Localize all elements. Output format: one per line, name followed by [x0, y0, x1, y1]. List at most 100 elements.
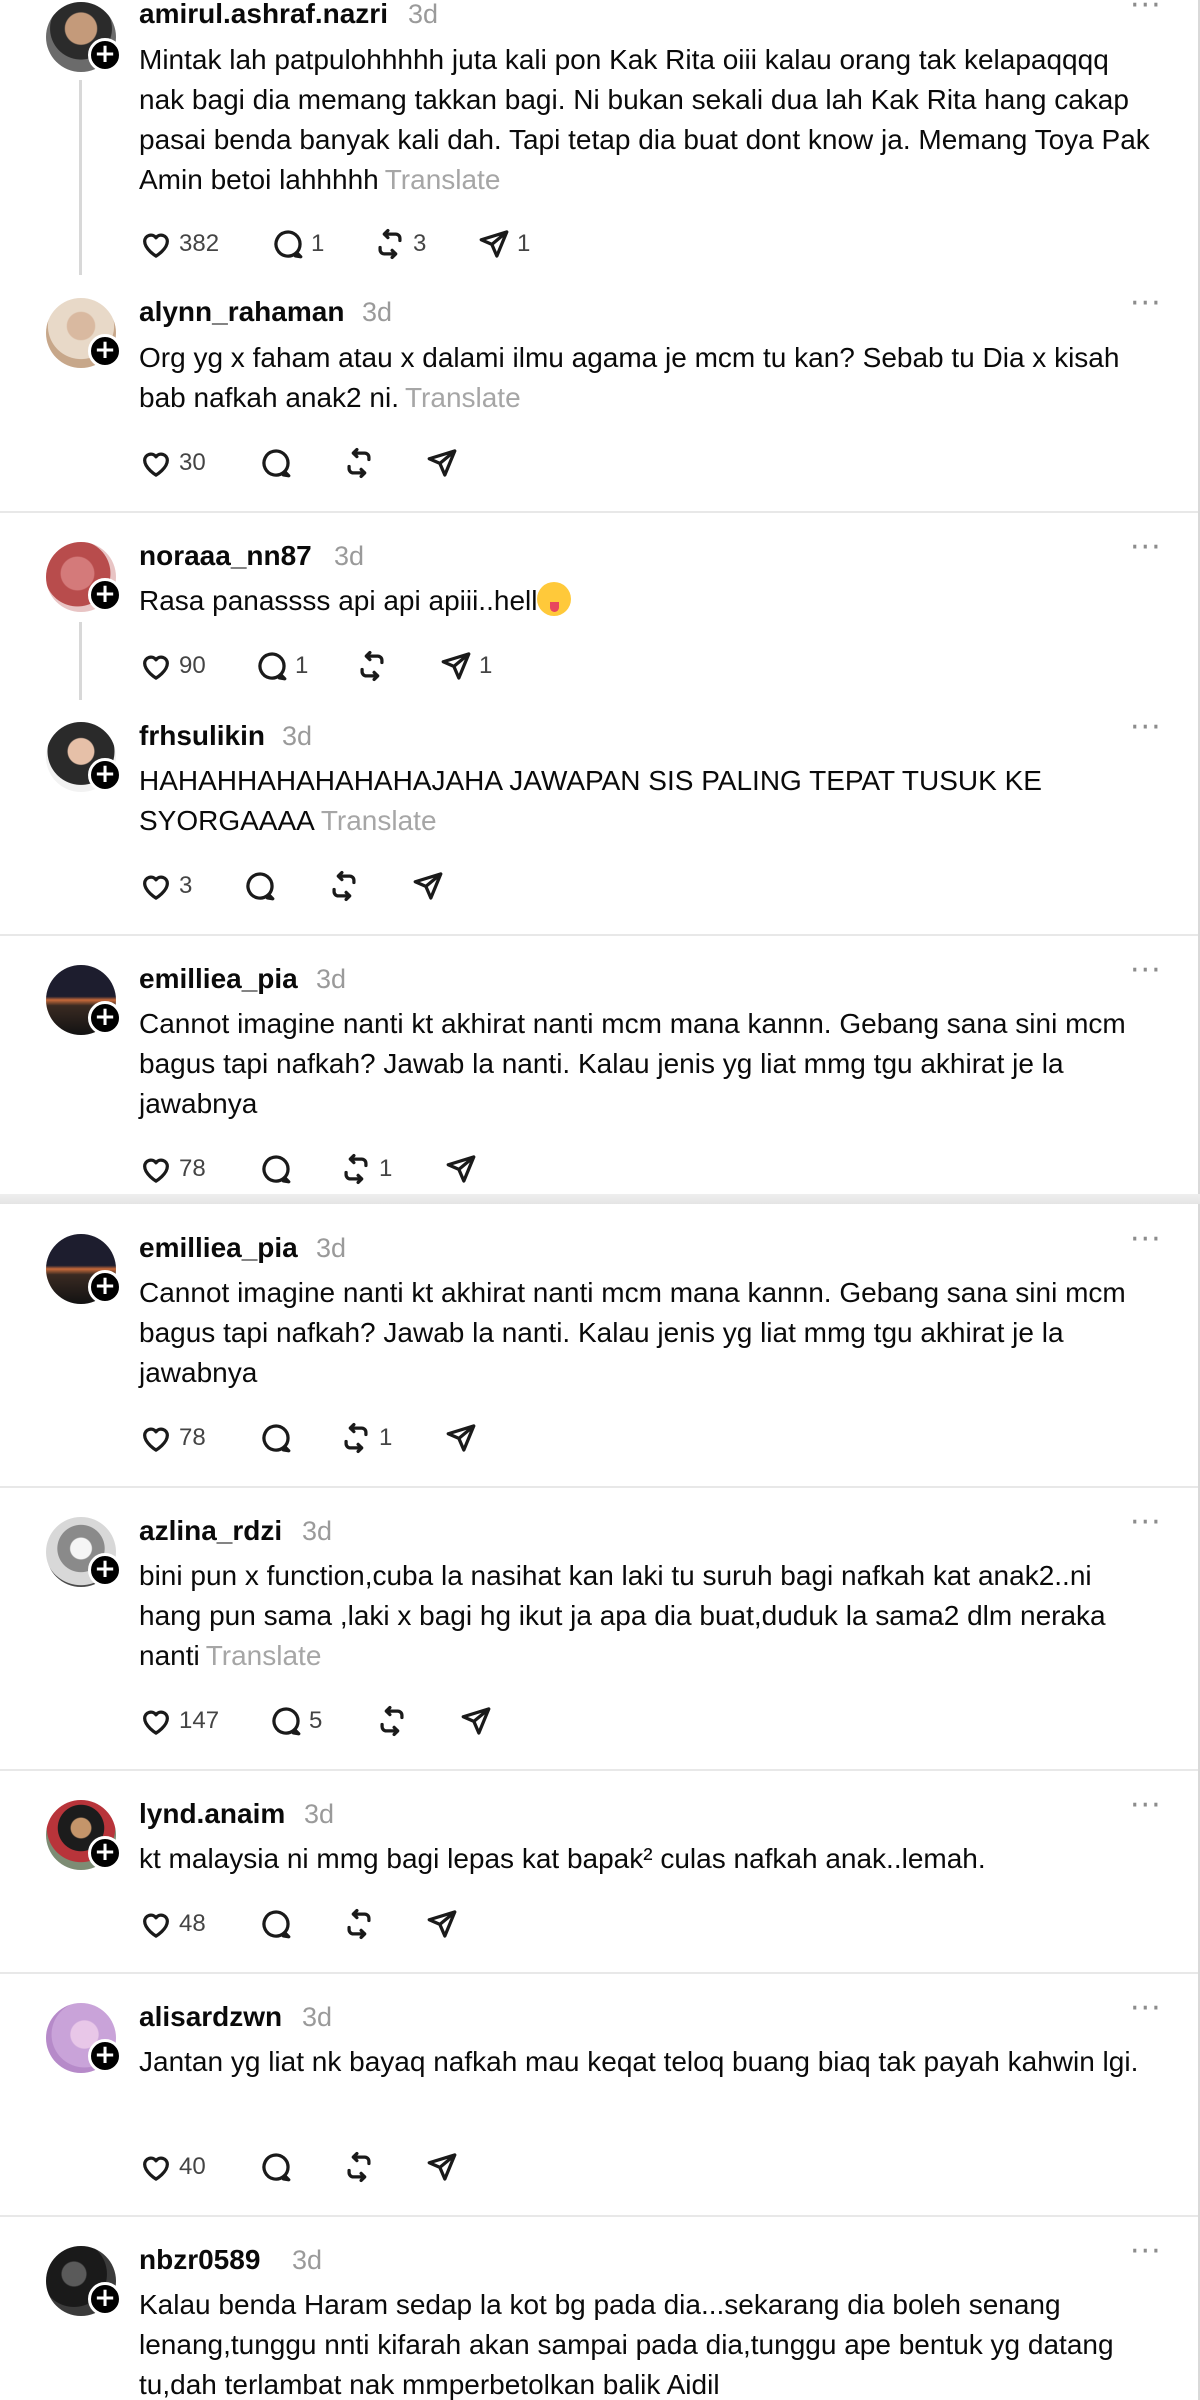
reply-button[interactable]: 5	[269, 1701, 322, 1741]
share-button[interactable]	[425, 1904, 459, 1944]
username[interactable]: alynn_rahaman	[139, 296, 344, 328]
reply-button[interactable]	[243, 866, 277, 906]
more-icon[interactable]: ···	[1130, 1508, 1162, 1538]
username[interactable]: emilliea_pia	[139, 1232, 298, 1264]
like-count: 382	[179, 230, 220, 257]
share-button[interactable]	[411, 866, 445, 906]
post-text: Rasa panassss api api apiii..hell	[139, 581, 1159, 621]
follow-plus-icon[interactable]: +	[88, 1270, 122, 1304]
share-button[interactable]	[425, 2147, 459, 2187]
translate-link[interactable]: Translate	[405, 382, 521, 413]
more-icon[interactable]: ···	[1130, 1994, 1162, 2024]
share-button[interactable]: 1	[477, 224, 530, 264]
send-icon	[427, 2153, 457, 2181]
follow-plus-icon[interactable]: +	[88, 1001, 122, 1035]
repost-button[interactable]: 1	[339, 1149, 392, 1189]
repost-button[interactable]	[342, 2147, 376, 2187]
like-button[interactable]: 48	[139, 1904, 206, 1944]
follow-plus-icon[interactable]: +	[88, 334, 122, 368]
follow-plus-icon[interactable]: +	[88, 758, 122, 792]
translate-link[interactable]: Translate	[385, 164, 501, 195]
follow-plus-icon[interactable]: +	[88, 38, 122, 72]
like-button[interactable]: 78	[139, 1418, 206, 1458]
share-button[interactable]	[425, 443, 459, 483]
like-count: 40	[179, 2153, 206, 2180]
repost-count: 1	[379, 1424, 393, 1451]
reply-button[interactable]	[259, 1904, 293, 1944]
more-icon[interactable]: ···	[1130, 0, 1162, 21]
follow-plus-icon[interactable]: +	[88, 2282, 122, 2316]
follow-plus-icon[interactable]: +	[88, 2039, 122, 2073]
username[interactable]: emilliea_pia	[139, 963, 298, 995]
share-button[interactable]	[459, 1701, 493, 1741]
like-button[interactable]: 382	[139, 224, 219, 264]
more-icon[interactable]: ···	[1130, 2237, 1162, 2267]
post-body: Mintak lah patpulohhhhh juta kali pon Ka…	[139, 44, 1150, 195]
repost-button[interactable]: 3	[373, 224, 426, 264]
follow-plus-icon[interactable]: +	[88, 1836, 122, 1870]
more-icon[interactable]: ···	[1130, 1225, 1162, 1255]
username[interactable]: lynd.anaim	[139, 1798, 285, 1830]
thread-line	[79, 80, 82, 275]
translate-link[interactable]: Translate	[321, 805, 437, 836]
post-body: Jantan yg liat nk bayaq nafkah mau keqat…	[139, 2046, 1139, 2077]
more-icon[interactable]: ···	[1130, 289, 1162, 319]
more-icon[interactable]: ···	[1130, 713, 1162, 743]
share-button[interactable]: 1	[439, 646, 492, 686]
more-icon[interactable]: ···	[1130, 533, 1162, 563]
like-button[interactable]: 30	[139, 443, 206, 483]
username[interactable]: nbzr0589	[139, 2244, 260, 2276]
timestamp: 3d	[362, 297, 393, 327]
username[interactable]: frhsulikin	[139, 720, 265, 752]
like-count: 90	[179, 652, 206, 679]
divider	[0, 1972, 1198, 1974]
repost-button[interactable]	[342, 443, 376, 483]
post-body: HAHAHHAHAHAHAHAJAHA JAWAPAN SIS PALING T…	[139, 765, 1042, 836]
reply-count: 5	[309, 1707, 323, 1734]
follow-plus-icon[interactable]: +	[88, 1553, 122, 1587]
like-button[interactable]: 78	[139, 1149, 206, 1189]
timestamp: 3d	[316, 964, 347, 994]
timestamp: 3d	[302, 1516, 333, 1546]
timestamp: 3d	[408, 0, 439, 29]
send-icon	[441, 652, 471, 680]
repost-button[interactable]	[342, 1904, 376, 1944]
heart-icon	[143, 2156, 169, 2181]
reply-button[interactable]	[259, 1418, 293, 1458]
like-button[interactable]: 90	[139, 646, 206, 686]
like-button[interactable]: 147	[139, 1701, 219, 1741]
like-count: 30	[179, 449, 206, 476]
follow-plus-icon[interactable]: +	[88, 578, 122, 612]
username[interactable]: alisardzwn	[139, 2001, 282, 2033]
username[interactable]: azlina_rdzi	[139, 1515, 282, 1547]
translate-link[interactable]: Translate	[206, 1640, 322, 1671]
repost-icon	[344, 1153, 368, 1185]
repost-button[interactable]	[327, 866, 361, 906]
reply-button[interactable]: 1	[271, 224, 324, 264]
reply-button[interactable]: 1	[255, 646, 308, 686]
share-button[interactable]	[444, 1418, 478, 1458]
repost-button[interactable]: 1	[339, 1418, 392, 1458]
comment-icon	[262, 1424, 291, 1453]
share-count: 1	[479, 652, 493, 679]
repost-button[interactable]	[355, 646, 389, 686]
repost-icon	[347, 447, 371, 479]
repost-button[interactable]	[375, 1701, 409, 1741]
reply-button[interactable]	[259, 1149, 293, 1189]
like-button[interactable]: 40	[139, 2147, 206, 2187]
heart-icon	[143, 1710, 169, 1735]
divider	[0, 1486, 1198, 1488]
like-button[interactable]: 3	[139, 866, 192, 906]
username[interactable]: noraaa_nn87	[139, 540, 312, 572]
heart-icon	[143, 875, 169, 900]
post-text: kt malaysia ni mmg bagi lepas kat bapak²…	[139, 1839, 1159, 1879]
username[interactable]: amirul.ashraf.nazri	[139, 0, 388, 30]
screenshot-top: + amirul.ashraf.nazri 3d ··· Mintak lah …	[0, 0, 1200, 1198]
reply-button[interactable]	[259, 443, 293, 483]
post-body: Org yg x faham atau x dalami ilmu agama …	[139, 342, 1120, 413]
share-button[interactable]	[444, 1149, 478, 1189]
repost-count: 3	[413, 230, 427, 257]
more-icon[interactable]: ···	[1130, 1791, 1162, 1821]
reply-button[interactable]	[259, 2147, 293, 2187]
more-icon[interactable]: ···	[1130, 956, 1162, 986]
